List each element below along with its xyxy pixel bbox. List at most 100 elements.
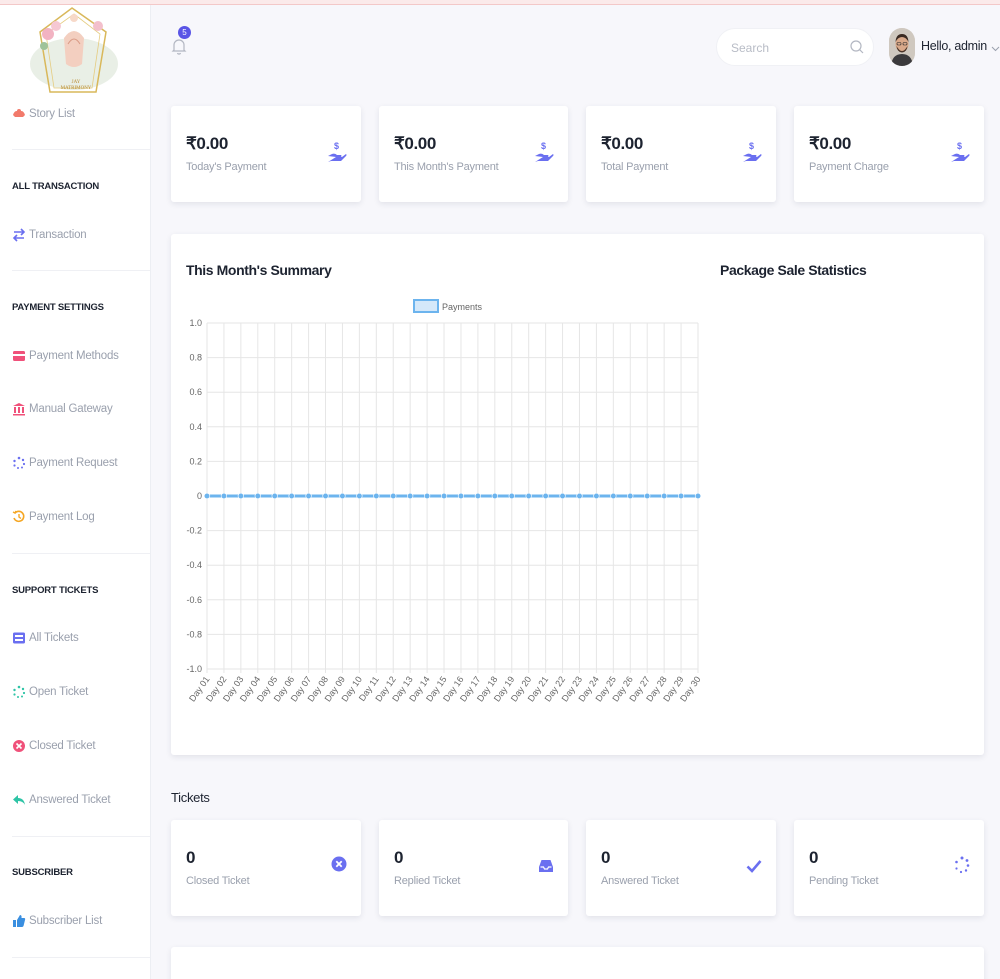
y-tick-label: -0.2 xyxy=(186,526,202,536)
stat-value: ₹0.00 xyxy=(394,134,436,153)
svg-text:$: $ xyxy=(334,141,339,151)
story-icon xyxy=(12,107,26,121)
thumbs-up-icon xyxy=(12,914,26,928)
stat-label: This Month's Payment xyxy=(394,161,499,173)
stat-value: ₹0.00 xyxy=(186,134,228,153)
sidebar-divider xyxy=(12,957,150,958)
sidebar-item-subscriber-list[interactable]: Subscriber List xyxy=(12,911,102,931)
sidebar-item-label: Story List xyxy=(29,108,75,120)
stat-value: ₹0.00 xyxy=(601,134,643,153)
close-circle-icon xyxy=(331,856,347,872)
sidebar-divider xyxy=(12,149,150,150)
chevron-down-icon xyxy=(991,42,1000,51)
y-tick-label: 0 xyxy=(197,491,202,501)
data-point xyxy=(661,492,668,500)
sidebar-item-all-tickets[interactable]: All Tickets xyxy=(12,628,79,648)
sidebar-item-label: Closed Ticket xyxy=(29,740,96,752)
ticket-card-answered: 0 Answered Ticket xyxy=(586,820,776,916)
stat-card-this-months-payment: ₹0.00 This Month's Payment $ xyxy=(379,106,568,202)
bell-icon[interactable] xyxy=(171,36,187,56)
sidebar-divider xyxy=(12,836,150,837)
svg-text:$: $ xyxy=(749,141,754,151)
data-point xyxy=(593,492,600,500)
sidebar-item-label: Payment Methods xyxy=(29,350,119,362)
sidebar-item-label: Answered Ticket xyxy=(29,794,111,806)
data-point xyxy=(305,492,312,500)
data-point xyxy=(424,492,431,500)
sidebar-item-label: Open Ticket xyxy=(29,686,89,698)
ticket-card-closed: 0 Closed Ticket xyxy=(171,820,361,916)
ticket-card-pending: 0 Pending Ticket xyxy=(794,820,984,916)
data-point xyxy=(220,492,228,500)
y-tick-label: 0.6 xyxy=(189,387,202,397)
stat-label: Today's Payment xyxy=(186,161,267,173)
y-tick-label: -0.4 xyxy=(186,560,202,570)
check-icon xyxy=(746,858,762,874)
search-icon[interactable] xyxy=(849,39,865,55)
section-heading-subscriber: SUBSCRIBER xyxy=(12,867,73,878)
data-point xyxy=(508,492,515,500)
top-header: 5 Hello, admin xyxy=(151,6,1000,88)
top-accent-line xyxy=(0,0,1000,5)
brand-logo[interactable]: JAY MATRIMONY xyxy=(26,4,122,98)
data-point xyxy=(322,492,329,500)
user-menu[interactable]: Hello, admin xyxy=(921,39,1000,53)
data-point xyxy=(576,492,583,500)
data-point xyxy=(254,492,261,500)
sidebar-item-payment-methods[interactable]: Payment Methods xyxy=(12,346,119,366)
svg-text:$: $ xyxy=(541,141,546,151)
ticket-count: 0 xyxy=(601,848,611,867)
sidebar-item-payment-request[interactable]: Payment Request xyxy=(12,453,118,473)
data-point xyxy=(694,492,702,500)
y-tick-label: 0.2 xyxy=(189,456,202,466)
ticket-label: Closed Ticket xyxy=(186,875,250,887)
sidebar-item-answered-ticket[interactable]: Answered Ticket xyxy=(12,790,111,810)
stat-label: Payment Charge xyxy=(809,161,889,173)
stat-card-payment-charge: ₹0.00 Payment Charge $ xyxy=(794,106,984,202)
inbox-icon xyxy=(538,858,554,874)
sidebar-item-story-list[interactable]: Story List xyxy=(12,104,75,124)
data-point xyxy=(356,492,363,500)
data-point xyxy=(203,492,211,500)
legend-label: Payments xyxy=(442,302,483,312)
y-tick-label: -0.6 xyxy=(186,595,202,605)
notification-badge: 5 xyxy=(178,26,191,39)
stat-card-total-payment: ₹0.00 Total Payment $ xyxy=(586,106,776,202)
sidebar-item-label: Transaction xyxy=(29,229,87,241)
sidebar: JAY MATRIMONY Story List ALL TRANSACTION… xyxy=(0,0,151,979)
credit-card-icon xyxy=(12,349,26,363)
section-heading-all-transaction: ALL TRANSACTION xyxy=(12,181,100,192)
ticket-label: Replied Ticket xyxy=(394,875,461,887)
hand-holding-dollar-icon: $ xyxy=(327,140,347,166)
sidebar-item-manual-gateway[interactable]: Manual Gateway xyxy=(12,399,113,419)
ticket-label: Pending Ticket xyxy=(809,875,879,887)
summary-panel: This Month's Summary Package Sale Statis… xyxy=(171,234,984,755)
hand-holding-dollar-icon: $ xyxy=(950,140,970,166)
data-point xyxy=(271,492,278,500)
sidebar-item-transaction[interactable]: Transaction xyxy=(12,225,87,245)
avatar[interactable] xyxy=(889,28,915,66)
section-heading-support-tickets: SUPPORT TICKETS xyxy=(12,585,99,596)
sidebar-divider xyxy=(12,553,150,554)
exchange-icon xyxy=(12,228,26,242)
svg-text:$: $ xyxy=(957,141,962,151)
hand-holding-dollar-icon: $ xyxy=(742,140,762,166)
data-point xyxy=(288,492,295,500)
sidebar-item-label: Payment Request xyxy=(29,457,118,469)
hand-holding-dollar-icon: $ xyxy=(534,140,554,166)
data-point xyxy=(373,492,380,500)
sidebar-item-open-ticket[interactable]: Open Ticket xyxy=(12,682,88,702)
search-input[interactable] xyxy=(731,38,841,58)
sidebar-item-closed-ticket[interactable]: Closed Ticket xyxy=(12,736,96,756)
ticket-icon xyxy=(12,631,26,645)
sidebar-item-label: All Tickets xyxy=(29,632,79,644)
ticket-count: 0 xyxy=(394,848,404,867)
user-greeting: Hello, admin xyxy=(921,39,987,53)
data-point xyxy=(390,492,397,500)
sidebar-item-payment-log[interactable]: Payment Log xyxy=(12,507,95,527)
bank-icon xyxy=(12,402,26,416)
spinner-icon xyxy=(954,856,970,874)
sidebar-item-label: Manual Gateway xyxy=(29,403,113,415)
data-point xyxy=(542,492,549,500)
close-circle-icon xyxy=(12,739,26,753)
